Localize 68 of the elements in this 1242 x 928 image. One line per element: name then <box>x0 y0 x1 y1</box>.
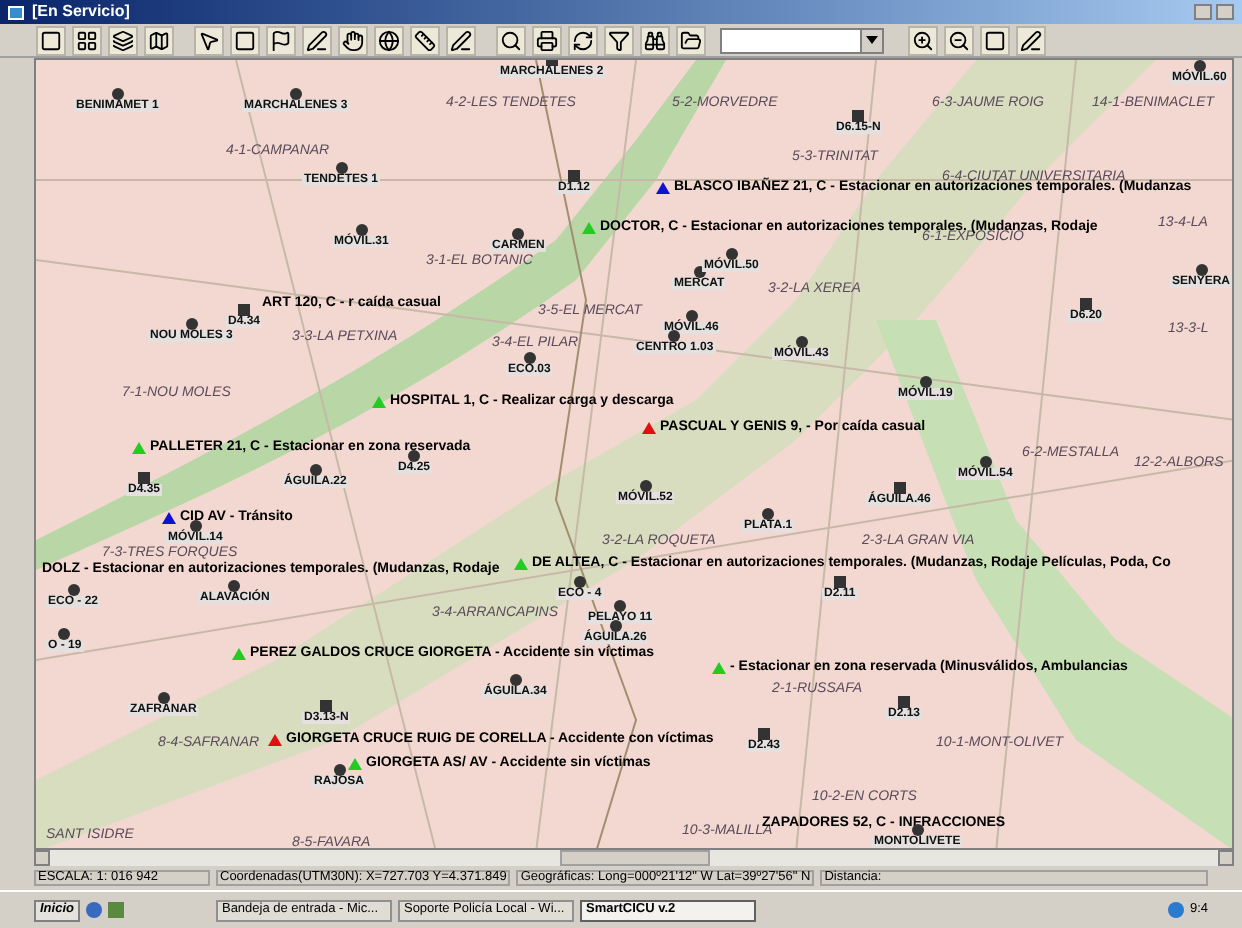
scroll-thumb[interactable] <box>559 850 709 866</box>
dot-marker-icon <box>668 330 681 342</box>
square-marker-icon <box>758 728 770 740</box>
tray-icon <box>1167 902 1184 918</box>
scroll-right-icon[interactable] <box>1218 850 1234 866</box>
folder-icon[interactable] <box>676 25 706 55</box>
pen-icon[interactable] <box>302 25 332 55</box>
dot-marker-icon <box>333 764 345 776</box>
square-marker-icon <box>320 700 333 712</box>
dot-marker-icon <box>523 352 536 364</box>
dot-marker-icon <box>157 692 170 704</box>
globe-icon[interactable] <box>374 25 404 55</box>
hand-icon[interactable] <box>338 25 368 55</box>
dot-marker-icon <box>309 464 322 476</box>
frame-icon[interactable] <box>980 25 1010 55</box>
minimize-button[interactable] <box>1194 4 1212 20</box>
map-icon[interactable] <box>144 25 174 55</box>
dot-marker-icon <box>58 628 71 640</box>
dot-marker-icon <box>228 580 241 592</box>
dot-marker-icon <box>289 88 302 100</box>
dot-marker-icon <box>189 520 202 532</box>
square-marker-icon <box>833 576 846 588</box>
search-icon[interactable] <box>496 25 526 55</box>
dot-marker-icon <box>111 88 124 100</box>
square-marker-icon <box>898 696 910 708</box>
layer-combo[interactable] <box>720 27 884 53</box>
square-marker-icon <box>568 170 580 182</box>
app-icon <box>8 5 24 19</box>
dot-marker-icon <box>185 318 198 330</box>
line-icon[interactable] <box>446 25 476 55</box>
dot-marker-icon <box>1195 264 1207 276</box>
dot-marker-icon <box>408 450 420 462</box>
dot-marker-icon <box>67 584 79 596</box>
dot-marker-icon <box>509 674 522 686</box>
dot-marker-icon <box>355 224 368 236</box>
pointer-icon[interactable] <box>194 25 224 55</box>
zoom-in-icon[interactable] <box>908 25 938 55</box>
square-marker-icon <box>893 482 906 494</box>
dot-marker-icon <box>1193 60 1206 72</box>
window-icon[interactable] <box>36 25 66 55</box>
dot-marker-icon <box>685 310 698 322</box>
dot-marker-icon <box>693 266 706 278</box>
dot-marker-icon <box>614 600 627 612</box>
dot-marker-icon <box>725 248 738 260</box>
dot-marker-icon <box>512 228 525 240</box>
square-marker-icon <box>238 304 250 316</box>
draw-icon[interactable] <box>1016 25 1046 55</box>
horizontal-scrollbar[interactable] <box>34 850 1234 866</box>
filter-icon[interactable] <box>604 25 634 55</box>
caret-icon <box>860 29 882 51</box>
restore-button[interactable] <box>1216 4 1234 20</box>
square-marker-icon <box>852 110 865 122</box>
window-title: [En Servicio] <box>32 4 130 20</box>
zoom-out-icon[interactable] <box>944 25 974 55</box>
refresh-icon[interactable] <box>568 25 598 55</box>
scroll-left-icon[interactable] <box>34 850 50 866</box>
dot-marker-icon <box>762 508 775 520</box>
flag-icon[interactable] <box>266 25 296 55</box>
layers-icon[interactable] <box>108 25 138 55</box>
select-icon[interactable] <box>230 25 260 55</box>
binoculars-icon[interactable] <box>640 25 670 55</box>
square-marker-icon <box>138 472 150 484</box>
dot-marker-icon <box>911 824 924 836</box>
ruler-icon[interactable] <box>410 25 440 55</box>
dot-marker-icon <box>335 162 347 174</box>
grid-icon[interactable] <box>72 25 102 55</box>
printer-icon[interactable] <box>532 25 562 55</box>
square-marker-icon <box>1080 298 1092 310</box>
